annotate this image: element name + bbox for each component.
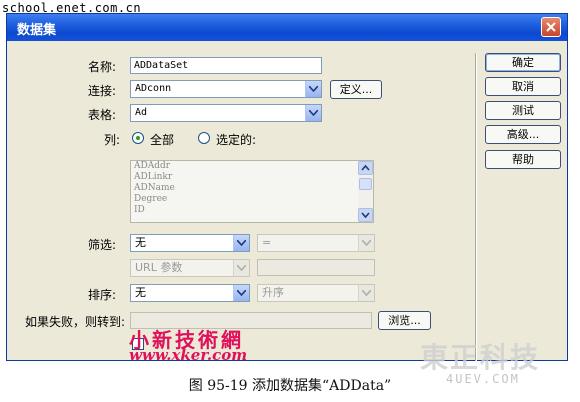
columns-listbox[interactable]: ADAddr ADLinkr ADName Degree ID [130,160,374,223]
dialog-body: 名称: ADDataSet 连接: ADconn 定义... 表格: Ad 列:… [7,41,567,364]
chevron-down-icon [305,105,321,121]
name-input[interactable]: ADDataSet [130,57,322,74]
chevron-down-icon [361,212,370,219]
radio-selected-label: 选定的: [216,133,257,147]
cancel-button[interactable]: 取消 [485,77,561,96]
browse-button[interactable]: 浏览... [378,311,431,330]
scroll-down-button[interactable] [358,208,373,222]
filter-operator-select[interactable]: = [257,234,375,252]
scroll-thumb[interactable] [359,178,372,190]
define-button[interactable]: 定义... [330,80,382,99]
list-item[interactable]: ADLinkr [131,172,373,183]
on-fail-label: 如果失败，则转到: [25,315,126,329]
connection-label: 连接: [88,84,117,98]
chevron-down-icon [358,235,374,251]
close-button[interactable] [541,17,561,37]
brand-watermark: 東正科技 [420,341,541,374]
connection-select-value: ADconn [135,83,172,94]
list-item[interactable]: Degree [131,194,373,205]
ok-button[interactable]: 确定 [485,53,561,72]
overlay-watermark-url: www.xker.com [129,346,248,364]
filter-value-input[interactable] [257,259,375,276]
listbox-scrollbar[interactable] [358,161,373,222]
filter-label: 筛选: [88,238,117,252]
filter-param-select[interactable]: URL 参数 [130,259,250,277]
radio-all[interactable] [132,132,144,144]
dialog-title: 数据集 [17,23,57,38]
table-select[interactable]: Ad [130,104,322,122]
help-button[interactable]: 帮助 [485,150,561,169]
scroll-up-button[interactable] [358,161,373,175]
chevron-down-icon [233,235,249,251]
sort-column-value: 无 [135,286,146,299]
sort-column-select[interactable]: 无 [130,284,250,302]
list-item[interactable]: ADName [131,183,373,194]
table-label: 表格: [88,108,117,122]
filter-column-value: 无 [135,236,146,249]
chevron-down-icon [233,285,249,301]
advanced-button[interactable]: 高级... [485,125,561,144]
list-item[interactable]: ADAddr [131,161,373,172]
title-bar[interactable]: 数据集 [7,14,567,41]
connection-select[interactable]: ADconn [130,80,322,98]
chevron-down-icon [233,260,249,276]
filter-operator-value: = [262,236,272,249]
sort-order-select[interactable]: 升序 [257,284,375,302]
name-label: 名称: [88,60,117,74]
radio-selected-dot [136,136,140,140]
radio-selected[interactable] [198,132,210,144]
test-button[interactable]: 测试 [485,101,561,120]
chevron-down-icon [305,81,321,97]
chevron-down-icon [358,285,374,301]
vertical-divider [475,53,477,361]
chevron-up-icon [361,164,370,171]
sort-order-value: 升序 [262,286,284,299]
list-item[interactable]: ID [131,205,373,216]
filter-param-value: URL 参数 [135,261,183,274]
radio-all-label: 全部 [150,133,175,147]
figure-caption: 图 95-19 添加数据集“ADData” [188,378,392,394]
close-icon [546,22,556,32]
columns-label: 列: [104,133,121,147]
sort-label: 排序: [88,288,117,302]
table-select-value: Ad [135,107,148,118]
filter-column-select[interactable]: 无 [130,234,250,252]
dataset-dialog: 数据集 名称: ADDataSet 连接: ADconn 定义... 表格: A… [6,13,568,364]
